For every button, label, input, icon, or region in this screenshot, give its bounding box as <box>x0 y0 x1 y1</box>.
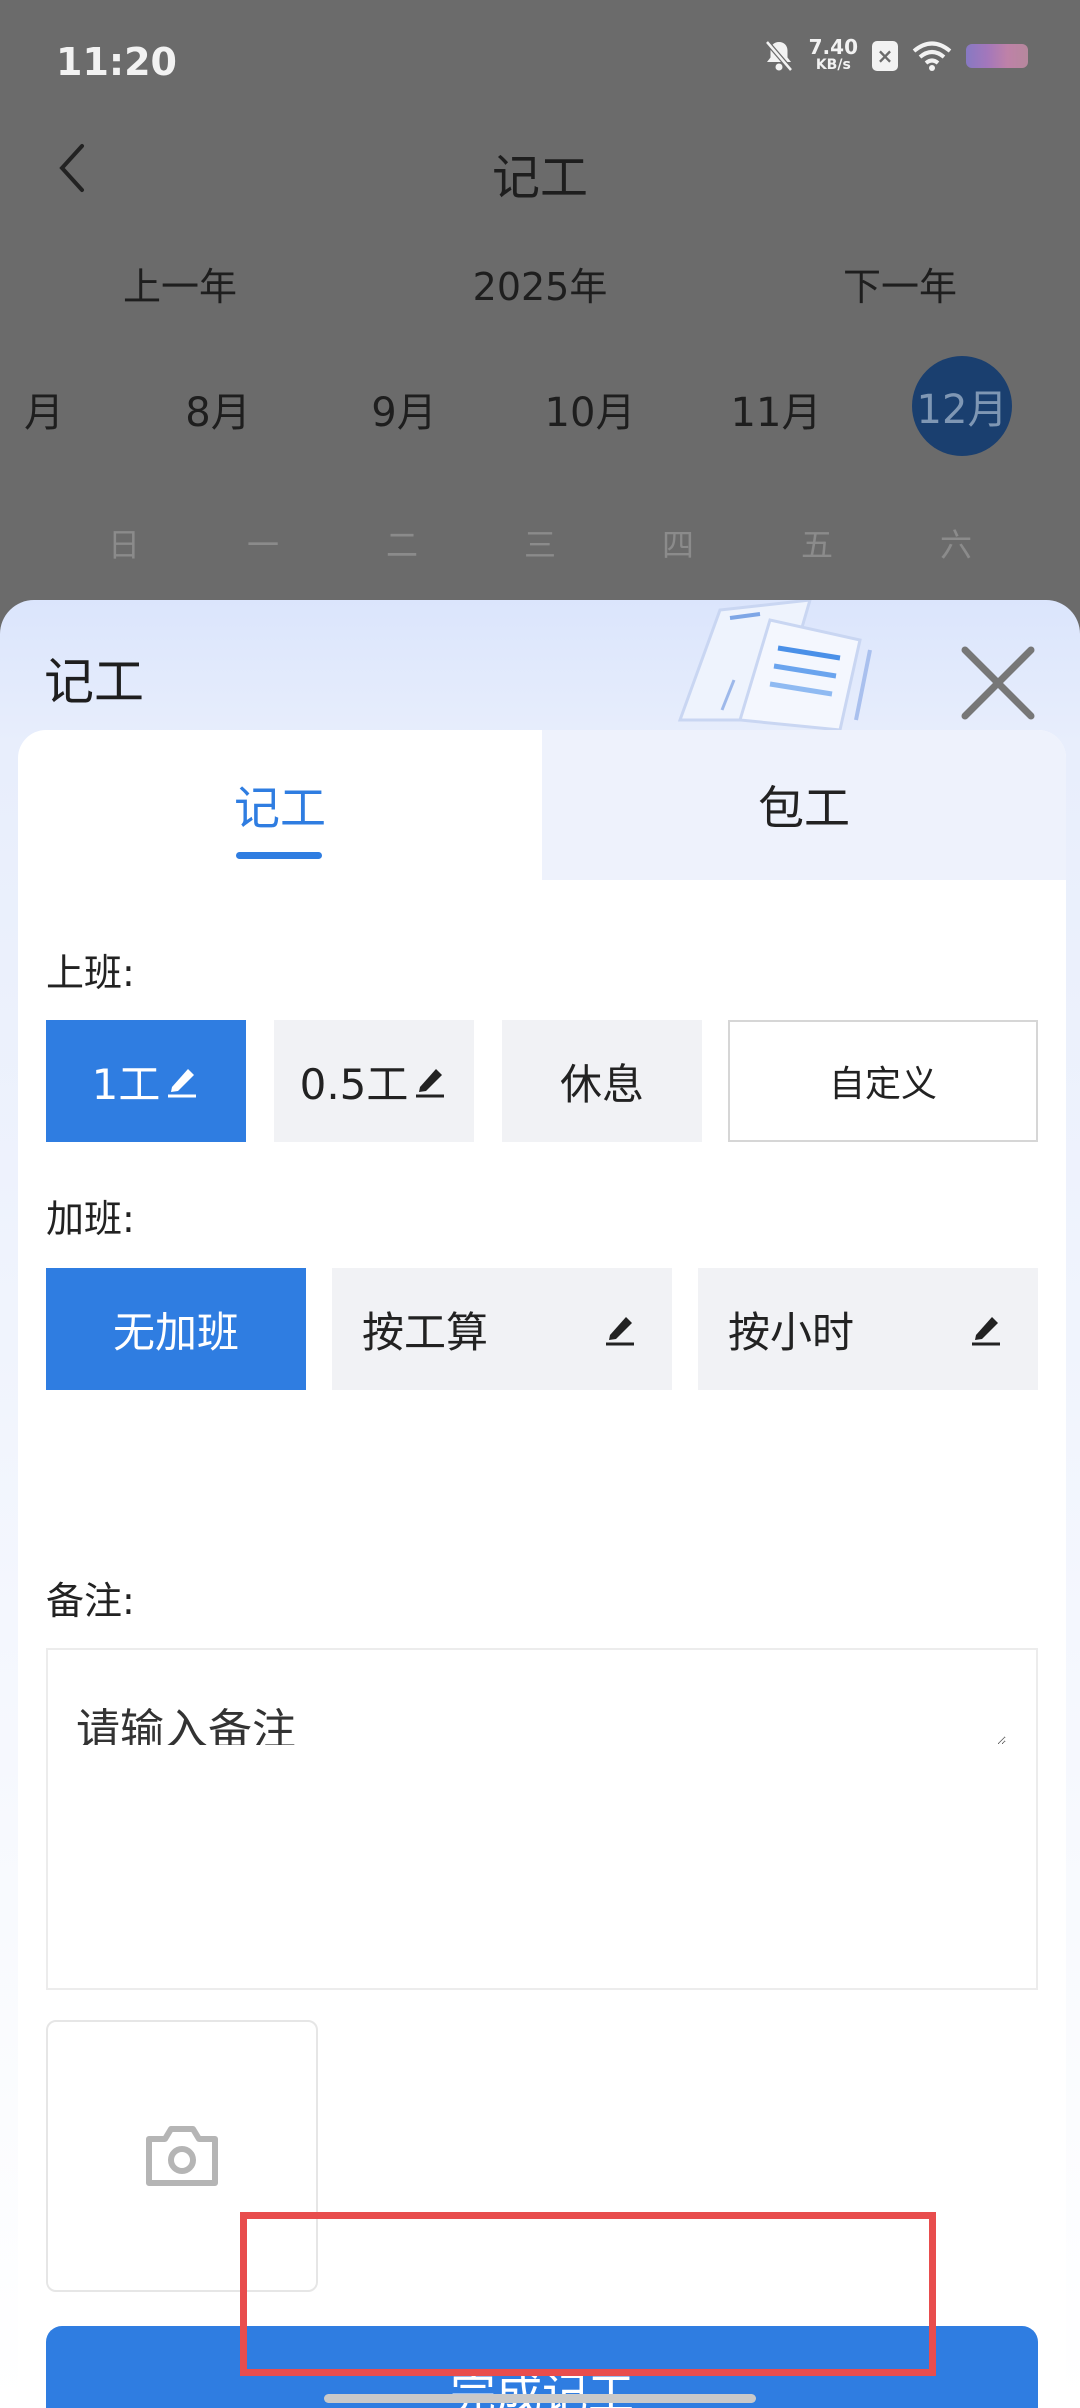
prev-year-button[interactable]: 上一年 <box>30 256 330 316</box>
overtime-option-label: 无加班 <box>112 1307 239 1357</box>
overtime-option-label: 按工算 <box>362 1307 489 1357</box>
wifi-icon <box>912 41 952 71</box>
month-item[interactable]: 8月 <box>185 380 250 438</box>
month-item[interactable]: 月 <box>24 380 64 438</box>
close-icon[interactable] <box>955 640 1041 726</box>
record-work-sheet: 记工 记工 包工 上班: 1工 0.5工 休息 自定义 加班: 无加班 按工算 … <box>0 600 1080 2408</box>
work-label: 上班: <box>46 951 135 995</box>
active-tab-indicator <box>236 852 322 859</box>
weekday-label: 一 <box>246 526 280 564</box>
net-speed-unit: KB/s <box>815 57 851 73</box>
work-option-label: 0.5工 <box>299 1059 409 1109</box>
month-item-selected[interactable]: 12月 <box>912 356 1012 456</box>
page-title: 记工 <box>491 150 588 206</box>
edit-pen-icon[interactable] <box>968 1311 1004 1347</box>
weekday-label: 四 <box>661 526 695 564</box>
net-speed-value: 7.40 <box>808 35 858 59</box>
highlight-box <box>240 2212 936 2376</box>
notebook-illustration <box>677 600 872 730</box>
current-year: 2025年 <box>472 265 608 309</box>
net-speed: 7.40 KB/s <box>808 35 858 74</box>
weekday-header: 日 一 二 三 四 五 六 <box>0 520 1080 564</box>
top-bar: 记工 <box>0 120 1080 216</box>
edit-pen-icon[interactable] <box>164 1063 200 1099</box>
sheet-title: 记工 <box>44 653 144 711</box>
overtime-option-by-hour[interactable]: 按小时 <box>698 1268 1038 1390</box>
tab-contract-work[interactable]: 包工 <box>542 730 1066 880</box>
work-option-label: 自定义 <box>828 1064 937 1105</box>
home-indicator <box>324 2394 756 2403</box>
next-year-button[interactable]: 下一年 <box>750 256 1050 316</box>
weekday-label: 日 <box>107 526 141 564</box>
bell-off-icon <box>764 40 793 72</box>
month-selector: 月 8月 9月 10月 11月 12月 <box>0 356 1080 456</box>
month-item[interactable]: 9月 <box>371 380 436 438</box>
month-item[interactable]: 10月 <box>545 380 636 438</box>
month-item[interactable]: 11月 <box>731 380 822 438</box>
overtime-label: 加班: <box>46 1197 135 1241</box>
x-badge-icon: × <box>872 41 898 71</box>
edit-pen-icon[interactable] <box>602 1311 638 1347</box>
remark-label: 备注: <box>46 1579 135 1623</box>
status-icons: 7.40 KB/s × <box>763 35 1028 74</box>
work-option-half-day[interactable]: 0.5工 <box>274 1020 474 1142</box>
overtime-option-none[interactable]: 无加班 <box>46 1268 306 1390</box>
status-time: 11:20 <box>56 40 177 84</box>
work-option-rest[interactable]: 休息 <box>502 1020 702 1142</box>
overtime-option-by-day[interactable]: 按工算 <box>332 1268 672 1390</box>
status-bar: 11:20 7.40 KB/s × <box>0 0 1080 120</box>
work-option-label: 休息 <box>559 1059 644 1109</box>
camera-icon <box>146 2126 218 2186</box>
remark-input[interactable] <box>76 1694 1006 1745</box>
weekday-label: 二 <box>385 526 419 564</box>
edit-pen-icon[interactable] <box>412 1063 448 1099</box>
weekday-label: 五 <box>800 526 834 564</box>
work-option-full-day[interactable]: 1工 <box>46 1020 246 1142</box>
remark-box <box>46 1648 1038 1990</box>
year-nav: 上一年 2025年 下一年 <box>0 256 1080 316</box>
work-option-label: 1工 <box>91 1059 161 1109</box>
weekday-label: 六 <box>939 526 973 564</box>
form-card: 记工 包工 上班: 1工 0.5工 休息 自定义 加班: 无加班 按工算 按小时… <box>18 730 1066 2408</box>
battery-icon <box>966 44 1028 68</box>
overtime-option-label: 按小时 <box>728 1307 855 1357</box>
work-option-custom[interactable]: 自定义 <box>728 1020 1038 1142</box>
weekday-label: 三 <box>523 526 557 564</box>
